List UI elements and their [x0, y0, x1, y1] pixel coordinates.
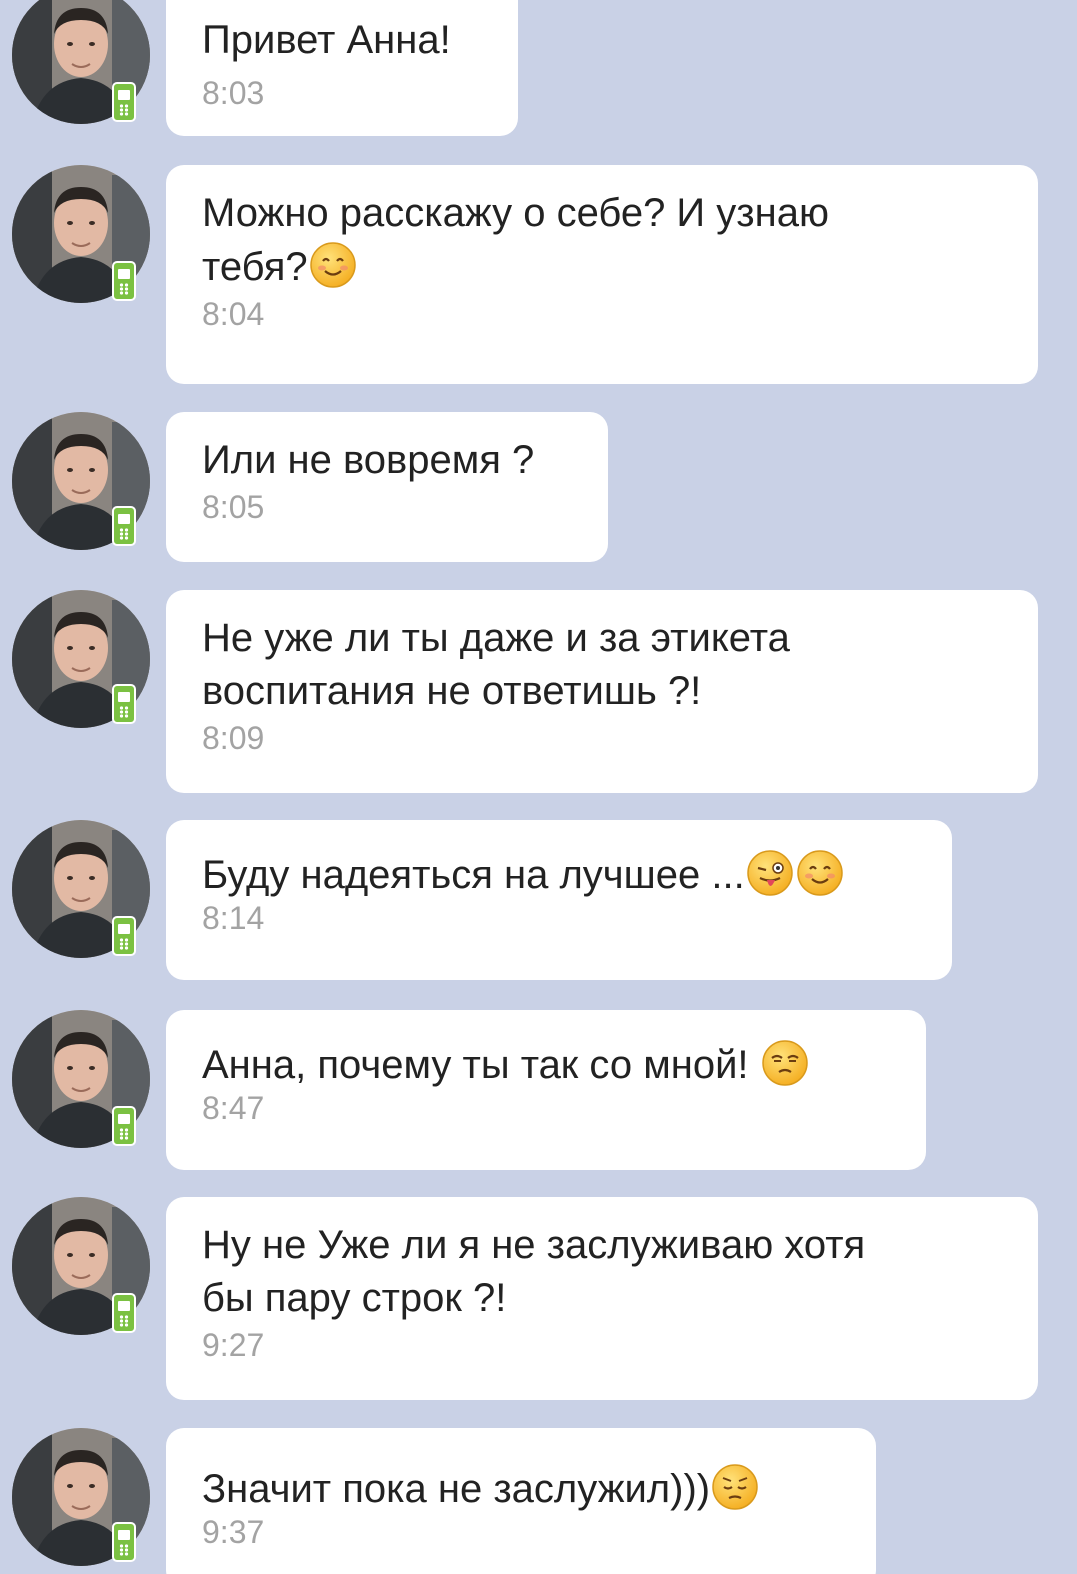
message-text: Значит пока не заслужил)))	[202, 1462, 844, 1516]
message-bubble[interactable]: Ну не Уже ли я не заслуживаю хотя бы пар…	[166, 1197, 1038, 1400]
message-bubble[interactable]: Или не вовремя ? 8:05	[166, 412, 608, 562]
message-text: Буду надеяться на лучшее ...	[202, 848, 920, 902]
message-time: 9:37	[202, 1514, 265, 1550]
mobile-phone-icon	[112, 916, 136, 956]
mobile-phone-icon	[112, 506, 136, 546]
message-bubble[interactable]: Не уже ли ты даже и за этикета воспитани…	[166, 590, 1038, 793]
message-time: 8:03	[202, 75, 265, 111]
message-text: Или не вовремя ?	[202, 438, 535, 482]
message-bubble[interactable]: Можно расскажу о себе? И узнаю тебя? 8:0…	[166, 165, 1038, 384]
message-time: 8:09	[202, 720, 265, 756]
message-bubble[interactable]: Значит пока не заслужил))) 9:37	[166, 1428, 876, 1574]
message-text: Не уже ли ты даже и за этикета воспитани…	[202, 616, 790, 713]
message-time: 8:14	[202, 900, 265, 936]
message-text: Ну не Уже ли я не заслуживаю хотя бы пар…	[202, 1223, 866, 1320]
unamused-emoji	[760, 1038, 810, 1088]
message-bubble[interactable]: Привет Анна! 8:03	[166, 0, 518, 136]
mobile-phone-icon	[112, 684, 136, 724]
message-text: Привет Анна!	[202, 18, 451, 62]
chat-thread[interactable]: Привет Анна! 8:03 Можно расскажу о себе?…	[0, 0, 1077, 1574]
message-time: 8:47	[202, 1090, 265, 1126]
smile-emoji	[795, 848, 845, 898]
mobile-phone-icon	[112, 82, 136, 122]
message-time: 9:27	[202, 1327, 265, 1363]
mobile-phone-icon	[112, 261, 136, 301]
mobile-phone-icon	[112, 1106, 136, 1146]
message-text: Анна, почему ты так со мной!	[202, 1038, 894, 1092]
message-bubble[interactable]: Буду надеяться на лучшее ... 8:14	[166, 820, 952, 980]
mobile-phone-icon	[112, 1293, 136, 1333]
mobile-phone-icon	[112, 1522, 136, 1562]
message-time: 8:04	[202, 296, 265, 332]
message-bubble[interactable]: Анна, почему ты так со мной! 8:47	[166, 1010, 926, 1170]
pensive-emoji	[710, 1462, 760, 1512]
message-time: 8:05	[202, 489, 265, 525]
smile-emoji	[308, 240, 358, 290]
wink-tongue-emoji	[745, 848, 795, 898]
message-text: Можно расскажу о себе? И узнаю тебя?	[202, 191, 829, 290]
